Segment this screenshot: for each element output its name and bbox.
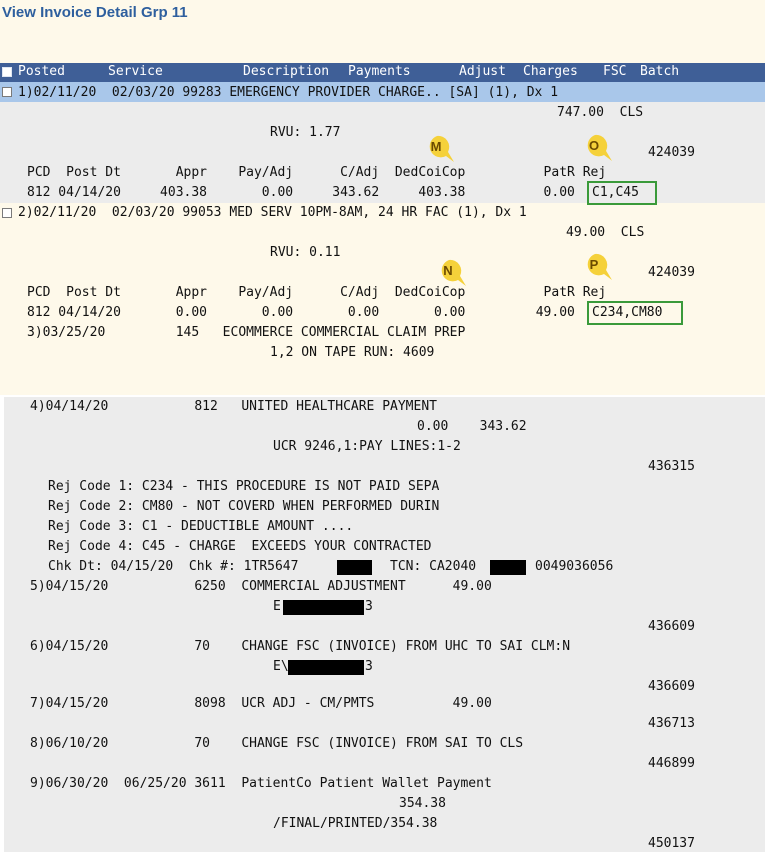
row-6-detail-suffix: 3	[365, 659, 373, 674]
row-4-batch: 436315	[648, 459, 695, 474]
check-info: Chk Dt: 04/15/20 Chk #: 1TR5647	[48, 559, 299, 574]
row-2-batch: 424039	[648, 265, 695, 280]
row-8-batch: 446899	[648, 756, 695, 771]
rej-code-4: Rej Code 4: C45 - CHARGE EXCEEDS YOUR CO…	[48, 539, 432, 554]
row-7-summary: 7)04/15/20 8098 UCR ADJ - CM/PMTS 49.00	[30, 696, 492, 711]
row-3-detail: 1,2 ON TAPE RUN: 4609	[270, 345, 435, 360]
tag-m-icon: M	[424, 134, 454, 162]
redaction-tcn	[490, 560, 526, 575]
redaction-check-number	[337, 560, 372, 575]
row-4-ucr: UCR 9246,1:PAY LINES:1-2	[273, 439, 461, 454]
header-payments: Payments	[348, 64, 411, 79]
row-5-detail-prefix: E	[273, 599, 281, 614]
header-fsc: FSC	[603, 64, 627, 79]
header-charges: Charges	[523, 64, 578, 79]
row-1-pcd-header: PCD Post Dt Appr Pay/Adj C/Adj DedCoiCop…	[27, 165, 607, 180]
header-service: Service	[108, 64, 163, 79]
tcn-suffix: 0049036056	[535, 559, 614, 574]
row-9-summary: 9)06/30/20 06/25/20 3611 PatientCo Patie…	[30, 776, 492, 791]
tcn-label: TCN: CA2040	[390, 559, 477, 574]
row-4-summary: 4)04/14/20 812 UNITED HEALTHCARE PAYMENT	[30, 399, 437, 414]
row-3-summary: 3)03/25/20 145 ECOMMERCE COMMERCIAL CLAI…	[27, 325, 466, 340]
rej-code-3: Rej Code 3: C1 - DEDUCTIBLE AMOUNT ....	[48, 519, 354, 534]
page-title-text: View Invoice Detail Grp 11	[2, 4, 188, 21]
row-1-summary[interactable]: 1)02/11/20 02/03/20 99283 EMERGENCY PROV…	[18, 83, 558, 103]
row-1-rvu: RVU: 1.77	[270, 125, 341, 140]
row-4-amounts: 0.00 343.62	[417, 419, 527, 434]
row-5-summary: 5)04/15/20 6250 COMMERCIAL ADJUSTMENT 49…	[30, 579, 492, 594]
row-1-checkbox[interactable]	[2, 87, 12, 97]
header-batch: Batch	[640, 64, 680, 79]
row-2-rej-highlight	[587, 301, 683, 325]
header-description: Description	[243, 64, 330, 79]
row-2-pcd-values: 812 04/14/20 0.00 0.00 0.00 0.00 49.00	[27, 305, 575, 320]
row-5-batch: 436609	[648, 619, 695, 634]
rej-code-2: Rej Code 2: CM80 - NOT COVERD WHEN PERFO…	[48, 499, 440, 514]
row-9-amount: 354.38	[399, 796, 446, 811]
row-1-pcd-values: 812 04/14/20 403.38 0.00 343.62 403.38 0…	[27, 185, 575, 200]
tag-o-icon: O	[582, 133, 612, 161]
redaction-row-5	[283, 600, 364, 615]
row-2-checkbox[interactable]	[2, 208, 12, 218]
tag-p-icon: P	[582, 252, 612, 280]
row-6-detail-prefix: E\	[273, 659, 289, 674]
header-posted: Posted	[18, 64, 65, 79]
row-1-rej-highlight	[587, 181, 657, 205]
header-adjust: Adjust	[459, 64, 506, 79]
row-7-batch: 436713	[648, 716, 695, 731]
row-5-detail-suffix: 3	[365, 599, 373, 614]
select-all-checkbox[interactable]	[2, 67, 12, 77]
row-2-pcd-header: PCD Post Dt Appr Pay/Adj C/Adj DedCoiCop…	[27, 285, 607, 300]
row-8-summary: 8)06/10/20 70 CHANGE FSC (INVOICE) FROM …	[30, 736, 524, 751]
row-1-batch: 424039	[648, 145, 695, 160]
row-6-summary: 6)04/15/20 70 CHANGE FSC (INVOICE) FROM …	[30, 639, 571, 654]
rej-code-1: Rej Code 1: C234 - THIS PROCEDURE IS NOT…	[48, 479, 440, 494]
row-2-summary[interactable]: 2)02/11/20 02/03/20 99053 MED SERV 10PM-…	[18, 203, 527, 223]
row-1-charge: 747.00 CLS	[557, 105, 644, 120]
tag-n-icon: N	[436, 258, 466, 286]
row-2-charge: 49.00 CLS	[566, 225, 645, 240]
row-6-batch: 436609	[648, 679, 695, 694]
redaction-row-6	[288, 660, 364, 675]
row-9-detail: /FINAL/PRINTED/354.38	[273, 816, 438, 831]
row-2-rvu: RVU: 0.11	[270, 245, 341, 260]
row-9-batch: 450137	[648, 836, 695, 851]
